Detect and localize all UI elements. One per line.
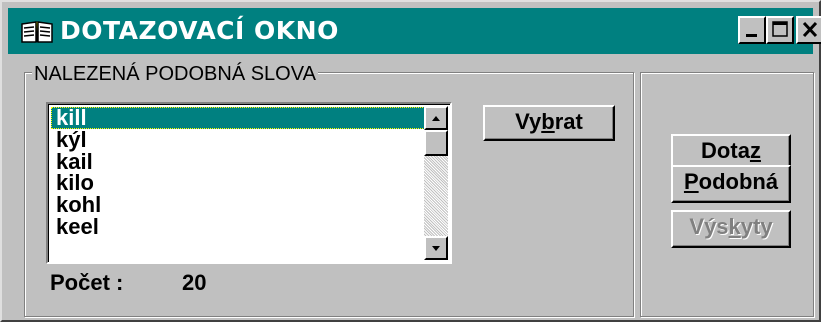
book-icon[interactable]	[20, 20, 54, 44]
results-group-label: NALEZENÁ PODOBNÁ SLOVA	[32, 63, 318, 85]
select-button-label: Vybrat	[515, 107, 583, 137]
occurrences-button-label: Výskyty	[689, 212, 772, 242]
dialog-window: DOTAZOVACÍ OKNO NALEZENÁ PODOBNÁ SLOVA k…	[0, 0, 821, 322]
scroll-down-button[interactable]	[424, 236, 448, 260]
label-part: Vy	[515, 109, 542, 134]
label-part: Dota	[701, 138, 750, 163]
query-button-label: Dotaz	[701, 136, 761, 166]
close-icon	[802, 21, 818, 38]
list-items: kill kýl kail kilo kohl keel	[51, 107, 425, 238]
title-bar[interactable]: DOTAZOVACÍ OKNO	[8, 8, 821, 54]
select-button[interactable]: Vybrat	[483, 105, 615, 141]
scrollbar-thumb[interactable]	[424, 130, 448, 156]
similar-button-label: Podobná	[684, 167, 778, 197]
label-part: yty	[740, 214, 773, 239]
vertical-scrollbar[interactable]	[424, 106, 448, 260]
minimize-button[interactable]	[738, 16, 766, 44]
arrow-up-icon	[432, 116, 440, 121]
list-item[interactable]: kýl	[51, 128, 425, 151]
arrow-down-icon	[432, 246, 440, 251]
mnemonic: k	[728, 214, 741, 239]
mnemonic: b	[541, 109, 555, 134]
similar-button[interactable]: Podobná	[671, 165, 791, 203]
list-item[interactable]: keel	[51, 216, 425, 238]
count-value: 20	[182, 270, 207, 295]
scroll-up-button[interactable]	[424, 106, 448, 130]
close-button[interactable]	[796, 16, 821, 44]
label-part: Výs	[689, 214, 729, 239]
label-part: rat	[554, 109, 583, 134]
list-item[interactable]: kill	[51, 107, 425, 129]
mnemonic: P	[683, 169, 699, 194]
maximize-icon	[772, 21, 788, 37]
label-part: odobná	[698, 169, 779, 194]
window-title: DOTAZOVACÍ OKNO	[60, 16, 339, 45]
similar-words-listbox[interactable]: kill kýl kail kilo kohl keel	[46, 102, 452, 264]
list-item[interactable]: kohl	[51, 194, 425, 216]
count-label: Počet :	[50, 270, 124, 295]
maximize-button[interactable]	[766, 16, 794, 44]
minimize-icon	[746, 34, 757, 37]
list-item[interactable]: kilo	[51, 172, 425, 194]
mnemonic: z	[749, 138, 761, 163]
list-item[interactable]: kail	[51, 150, 425, 173]
occurrences-button[interactable]: Výskyty	[671, 210, 791, 248]
